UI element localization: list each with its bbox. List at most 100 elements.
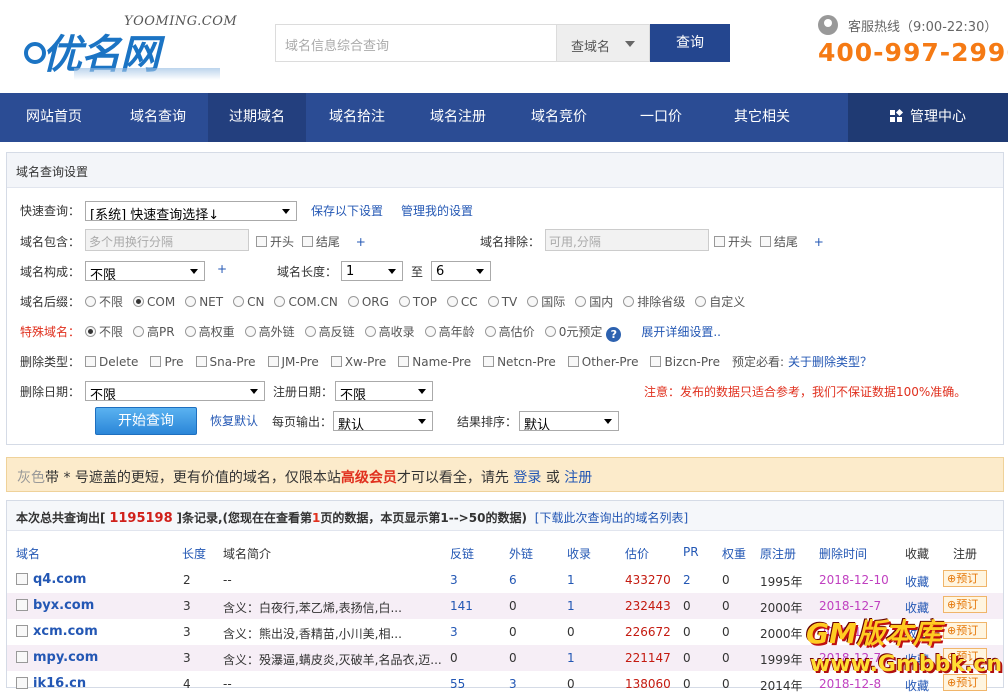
compose-select[interactable]: 不限 <box>85 261 205 281</box>
row-preorder-button[interactable]: ⊕预订 <box>943 648 987 665</box>
row-backlinks[interactable]: 3 <box>450 573 458 587</box>
quick-query-select[interactable]: [系统] 快速查询选择↓ <box>85 201 297 221</box>
row-favorite-link[interactable]: 收藏 <box>905 573 929 590</box>
delete-type-option[interactable]: Xw-Pre <box>330 355 386 369</box>
suffix-option[interactable]: CN <box>233 295 264 309</box>
suffix-option[interactable]: ORG <box>347 295 389 309</box>
register-link[interactable]: 注册 <box>564 470 592 486</box>
delete-type-option[interactable]: Sna-Pre <box>195 355 256 369</box>
contain-head-checkbox[interactable] <box>256 236 267 247</box>
row-favorite-link[interactable]: 收藏 <box>905 599 929 616</box>
special-option[interactable]: 高估价 <box>484 323 535 340</box>
col-indexed[interactable]: 收录 <box>567 545 591 562</box>
row-indexed[interactable]: 1 <box>567 573 575 587</box>
exclude-head-checkbox[interactable] <box>714 236 725 247</box>
special-option[interactable]: 高权重 <box>184 323 235 340</box>
row-checkbox[interactable] <box>16 599 31 613</box>
exclude-tail-checkbox[interactable] <box>759 236 771 247</box>
nav-item-manage[interactable]: 管理中心 <box>848 93 1008 142</box>
contain-input[interactable]: 多个用换行分隔 <box>85 229 249 251</box>
special-option[interactable]: 高反链 <box>304 323 355 340</box>
delete-type-option[interactable]: Netcn-Pre <box>483 355 556 369</box>
row-backlinks[interactable]: 141 <box>450 599 473 613</box>
col-price[interactable]: 估价 <box>625 545 649 562</box>
delete-type-option[interactable]: Delete <box>85 355 138 369</box>
suffix-option[interactable]: TOP <box>398 295 437 309</box>
col-domain[interactable]: 域名 <box>16 545 40 562</box>
per-page-select[interactable]: 默认 <box>333 411 433 431</box>
row-favorite-link[interactable]: 收藏 <box>905 651 929 668</box>
row-checkbox[interactable] <box>16 625 31 639</box>
row-domain[interactable]: mpy.com <box>33 650 98 665</box>
suffix-option[interactable]: 自定义 <box>695 293 745 310</box>
nav-item-register[interactable]: 域名注册 <box>408 93 508 142</box>
row-preorder-button[interactable]: ⊕预订 <box>943 674 987 691</box>
delete-type-option[interactable]: Bizcn-Pre <box>650 355 720 369</box>
search-input[interactable]: 域名信息综合查询 <box>275 24 557 62</box>
suffix-option[interactable]: 不限 <box>85 293 123 310</box>
row-favorite-link[interactable]: 收藏 <box>905 625 929 642</box>
col-length[interactable]: 长度 <box>182 545 206 562</box>
delete-date-select[interactable]: 不限 <box>85 381 265 401</box>
delete-type-option[interactable]: Other-Pre <box>567 355 638 369</box>
row-outlinks[interactable]: 3 <box>509 677 517 691</box>
col-delete-time[interactable]: 删除时间 <box>819 545 867 562</box>
contain-add-button[interactable]: + <box>356 235 366 249</box>
compose-add-button[interactable]: + <box>217 262 227 276</box>
delete-type-option[interactable]: Name-Pre <box>398 355 471 369</box>
nav-item-snap[interactable]: 域名拾注 <box>306 93 408 142</box>
row-backlinks[interactable]: 55 <box>450 677 465 691</box>
nav-item-domain-query[interactable]: 域名查询 <box>108 93 208 142</box>
help-icon[interactable]: ? <box>606 327 622 342</box>
row-preorder-button[interactable]: ⊕预订 <box>943 570 987 587</box>
delete-type-option[interactable]: Pre <box>150 355 184 369</box>
about-delete-type-link[interactable]: 关于删除类型？ <box>788 355 872 369</box>
col-outlinks[interactable]: 外链 <box>509 545 533 562</box>
row-preorder-button[interactable]: ⊕预订 <box>943 622 987 639</box>
nav-item-home[interactable]: 网站首页 <box>0 93 108 142</box>
col-weight[interactable]: 权重 <box>722 545 746 562</box>
suffix-option[interactable]: TV <box>487 295 517 309</box>
row-indexed[interactable]: 1 <box>567 599 575 613</box>
reset-default-link[interactable]: 恢复默认 <box>210 412 258 429</box>
special-option[interactable]: 高年龄 <box>424 323 475 340</box>
length-from-select[interactable]: 1 <box>341 261 403 281</box>
row-preorder-button[interactable]: ⊕预订 <box>943 596 987 613</box>
login-link[interactable]: 登录 <box>513 470 541 486</box>
suffix-option[interactable]: NET <box>185 295 223 309</box>
save-settings-link[interactable]: 保存以下设置 <box>311 202 383 219</box>
suffix-option[interactable]: CC <box>446 295 478 309</box>
row-domain[interactable]: ik16.cn <box>33 676 86 691</box>
site-logo[interactable]: YOOMING.COM 优名网 <box>20 12 237 82</box>
length-to-select[interactable]: 6 <box>431 261 491 281</box>
delete-type-option[interactable]: JM-Pre <box>267 355 319 369</box>
row-indexed[interactable]: 1 <box>567 651 575 665</box>
nav-item-fixed-price[interactable]: 一口价 <box>610 93 712 142</box>
suffix-option[interactable]: 国际 <box>527 293 565 310</box>
sort-select[interactable]: 默认 <box>519 411 619 431</box>
exclude-add-button[interactable]: + <box>814 235 824 249</box>
suffix-option[interactable]: 国内 <box>575 293 613 310</box>
exclude-input[interactable]: 可用,分隔 <box>545 229 709 251</box>
special-option[interactable]: 高外链 <box>244 323 295 340</box>
row-checkbox[interactable] <box>16 573 31 587</box>
suffix-option[interactable]: COM.CN <box>274 295 338 309</box>
row-outlinks[interactable]: 6 <box>509 573 517 587</box>
start-query-button[interactable]: 开始查询 <box>95 407 197 435</box>
row-favorite-link[interactable]: 收藏 <box>905 677 929 694</box>
col-backlinks[interactable]: 反链 <box>450 545 474 562</box>
reg-date-select[interactable]: 不限 <box>335 381 433 401</box>
expand-settings-link[interactable]: 展开详细设置.. <box>641 325 721 339</box>
row-domain[interactable]: q4.com <box>33 572 86 587</box>
nav-item-auction[interactable]: 域名竞价 <box>508 93 610 142</box>
col-orig-reg[interactable]: 原注册 <box>760 545 796 562</box>
row-backlinks[interactable]: 3 <box>450 625 458 639</box>
special-option[interactable]: 0元预定 <box>544 323 602 340</box>
nav-item-expired[interactable]: 过期域名 <box>208 93 306 142</box>
manage-settings-link[interactable]: 管理我的设置 <box>401 202 473 219</box>
special-option[interactable]: 高收录 <box>364 323 415 340</box>
row-domain[interactable]: byx.com <box>33 598 94 613</box>
search-type-select[interactable]: 查域名 <box>557 24 650 62</box>
suffix-option[interactable]: 排除省级 <box>623 293 685 310</box>
special-option[interactable]: 高PR <box>133 323 175 340</box>
